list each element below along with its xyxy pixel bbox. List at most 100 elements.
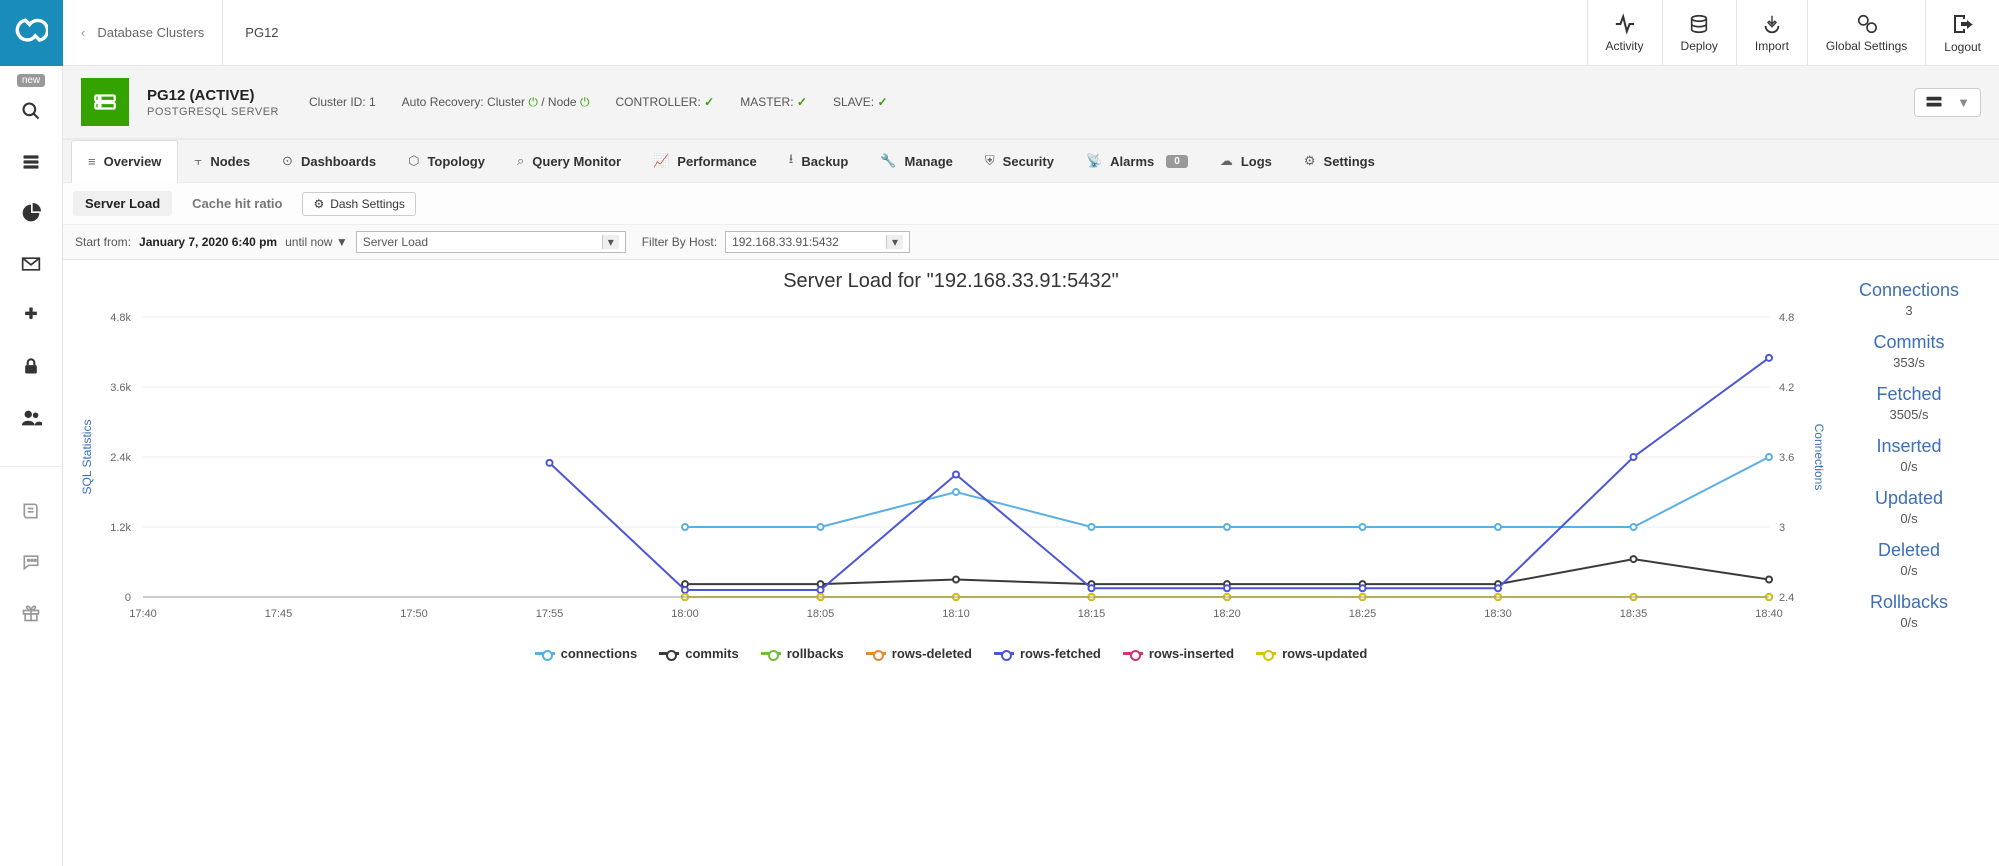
tab-alarms[interactable]: 📡Alarms0 [1070,140,1204,182]
stat-fetched: Fetched3505/s [1835,384,1983,422]
svg-text:17:45: 17:45 [265,608,293,620]
power-icon[interactable]: ⏻ [528,95,538,109]
tab-logs[interactable]: ☁Logs [1204,140,1288,182]
svg-text:4.8: 4.8 [1779,312,1794,324]
docs-icon[interactable] [0,501,62,524]
tabs: ≡Overview⫟Nodes⊙Dashboards⬡Topology⌕Quer… [63,139,1999,183]
top-action-activity[interactable]: Activity [1587,0,1662,65]
chevron-down-icon: ▾ [886,235,903,249]
tab-performance[interactable]: 📈Performance [637,140,773,182]
databases-icon[interactable] [0,152,62,175]
host-select[interactable]: 192.168.33.91:5432▾ [725,231,910,253]
users-icon[interactable] [0,407,62,432]
svg-text:17:50: 17:50 [400,608,428,620]
svg-text:Connections: Connections [1812,424,1826,491]
chart-title: Server Load for "192.168.33.91:5432" [73,270,1829,293]
logo[interactable] [0,0,63,66]
chevron-down-icon: ▼ [336,235,348,249]
stat-deleted: Deleted0/s [1835,540,1983,578]
svg-text:17:40: 17:40 [129,608,157,620]
svg-text:4.2: 4.2 [1779,382,1794,394]
chevron-left-icon[interactable]: ‹ [81,25,85,40]
stats-panel: Connections3 Commits353/s Fetched3505/s Ins… [1829,264,1989,661]
metric-select[interactable]: Server Load▾ [356,231,626,253]
cluster-actions-dropdown[interactable]: ▼ [1914,88,1981,117]
alarms-badge: 0 [1166,155,1188,168]
legend-commits[interactable]: commits [659,646,738,661]
svg-text:18:30: 18:30 [1484,608,1512,620]
svg-text:2.4k: 2.4k [110,452,131,464]
gift-icon[interactable] [0,603,62,626]
svg-text:18:10: 18:10 [942,608,970,620]
start-from-label: Start from: [75,235,131,249]
power-icon[interactable]: ⏻ [580,95,590,109]
tab-query-monitor[interactable]: ⌕Query Monitor [501,140,637,182]
cluster-subtitle: POSTGRESQL SERVER [147,106,279,118]
database-icon [81,78,129,126]
subtab-server-load[interactable]: Server Load [73,191,172,216]
cluster-meta: Cluster ID: 1 Auto Recovery: Cluster ⏻ /… [309,95,888,110]
check-icon: ✓ [704,95,714,109]
stat-connections: Connections3 [1835,280,1983,318]
legend-rows-updated[interactable]: rows-updated [1256,646,1367,661]
stat-inserted: Inserted0/s [1835,436,1983,474]
main: ‹ Database Clusters PG12 ActivityDeployI… [63,0,1999,866]
cluster-title: PG12 (ACTIVE) [147,87,279,104]
top-action-import[interactable]: Import [1736,0,1807,65]
tab-settings[interactable]: ⚙Settings [1288,140,1391,182]
master-status: MASTER: ✓ [740,95,807,109]
top-action-deploy[interactable]: Deploy [1662,0,1736,65]
svg-text:18:05: 18:05 [807,608,835,620]
filterbar: Start from: January 7, 2020 6:40 pm unti… [63,225,1999,260]
legend-rows-inserted[interactable]: rows-inserted [1123,646,1234,661]
top-action-global-settings[interactable]: Global Settings [1807,0,1925,65]
legend-rows-fetched[interactable]: rows-fetched [994,646,1101,661]
gear-icon: ⚙ [313,197,324,211]
svg-text:3.6: 3.6 [1779,452,1794,464]
until-now[interactable]: until now ▼ [285,235,348,249]
tab-dashboards[interactable]: ⊙Dashboards [266,140,392,182]
top-action-logout[interactable]: Logout [1925,0,1999,65]
sidebar: new [0,0,63,866]
chevron-down-icon: ▾ [602,235,619,249]
stat-commits: Commits353/s [1835,332,1983,370]
top-actions: ActivityDeployImportGlobal SettingsLogou… [1587,0,1999,65]
svg-text:1.2k: 1.2k [110,522,131,534]
svg-text:18:25: 18:25 [1349,608,1377,620]
legend-connections[interactable]: connections [535,646,638,661]
tab-topology[interactable]: ⬡Topology [392,140,501,182]
breadcrumb-current: PG12 [223,0,300,65]
svg-text:18:40: 18:40 [1755,608,1783,620]
slave-status: SLAVE: ✓ [833,95,888,109]
breadcrumb: ‹ Database Clusters [63,0,223,65]
tab-nodes[interactable]: ⫟Nodes [178,140,266,182]
stat-updated: Updated0/s [1835,488,1983,526]
legend-rows-deleted[interactable]: rows-deleted [866,646,972,661]
check-icon: ✓ [797,95,807,109]
tab-overview[interactable]: ≡Overview [71,140,178,183]
start-from-value[interactable]: January 7, 2020 6:40 pm [139,235,277,249]
new-badge: new [17,74,45,87]
tab-backup[interactable]: ⭳Backup [773,140,865,182]
chat-icon[interactable] [0,552,62,575]
dash-settings-button[interactable]: ⚙ Dash Settings [302,192,415,216]
svg-text:3.6k: 3.6k [110,382,131,394]
tab-security[interactable]: ⛨Security [969,140,1070,182]
mail-icon[interactable] [0,254,62,277]
subtab-cache-hit[interactable]: Cache hit ratio [180,191,294,216]
chart-legend: connections commits rollbacks rows-deleted r… [73,646,1829,661]
legend-rollbacks[interactable]: rollbacks [761,646,844,661]
lock-icon[interactable] [0,356,62,379]
check-icon: ✓ [877,95,887,109]
reports-icon[interactable] [0,203,62,226]
svg-text:0: 0 [125,592,131,604]
svg-text:3: 3 [1779,522,1785,534]
cluster-id: Cluster ID: 1 [309,95,376,109]
svg-text:4.8k: 4.8k [110,312,131,324]
svg-text:18:20: 18:20 [1213,608,1241,620]
plugin-icon[interactable] [0,305,62,328]
search-icon[interactable] [0,101,62,124]
svg-text:2.4: 2.4 [1779,592,1794,604]
tab-manage[interactable]: 🔧Manage [864,140,969,182]
breadcrumb-link[interactable]: Database Clusters [97,25,204,40]
